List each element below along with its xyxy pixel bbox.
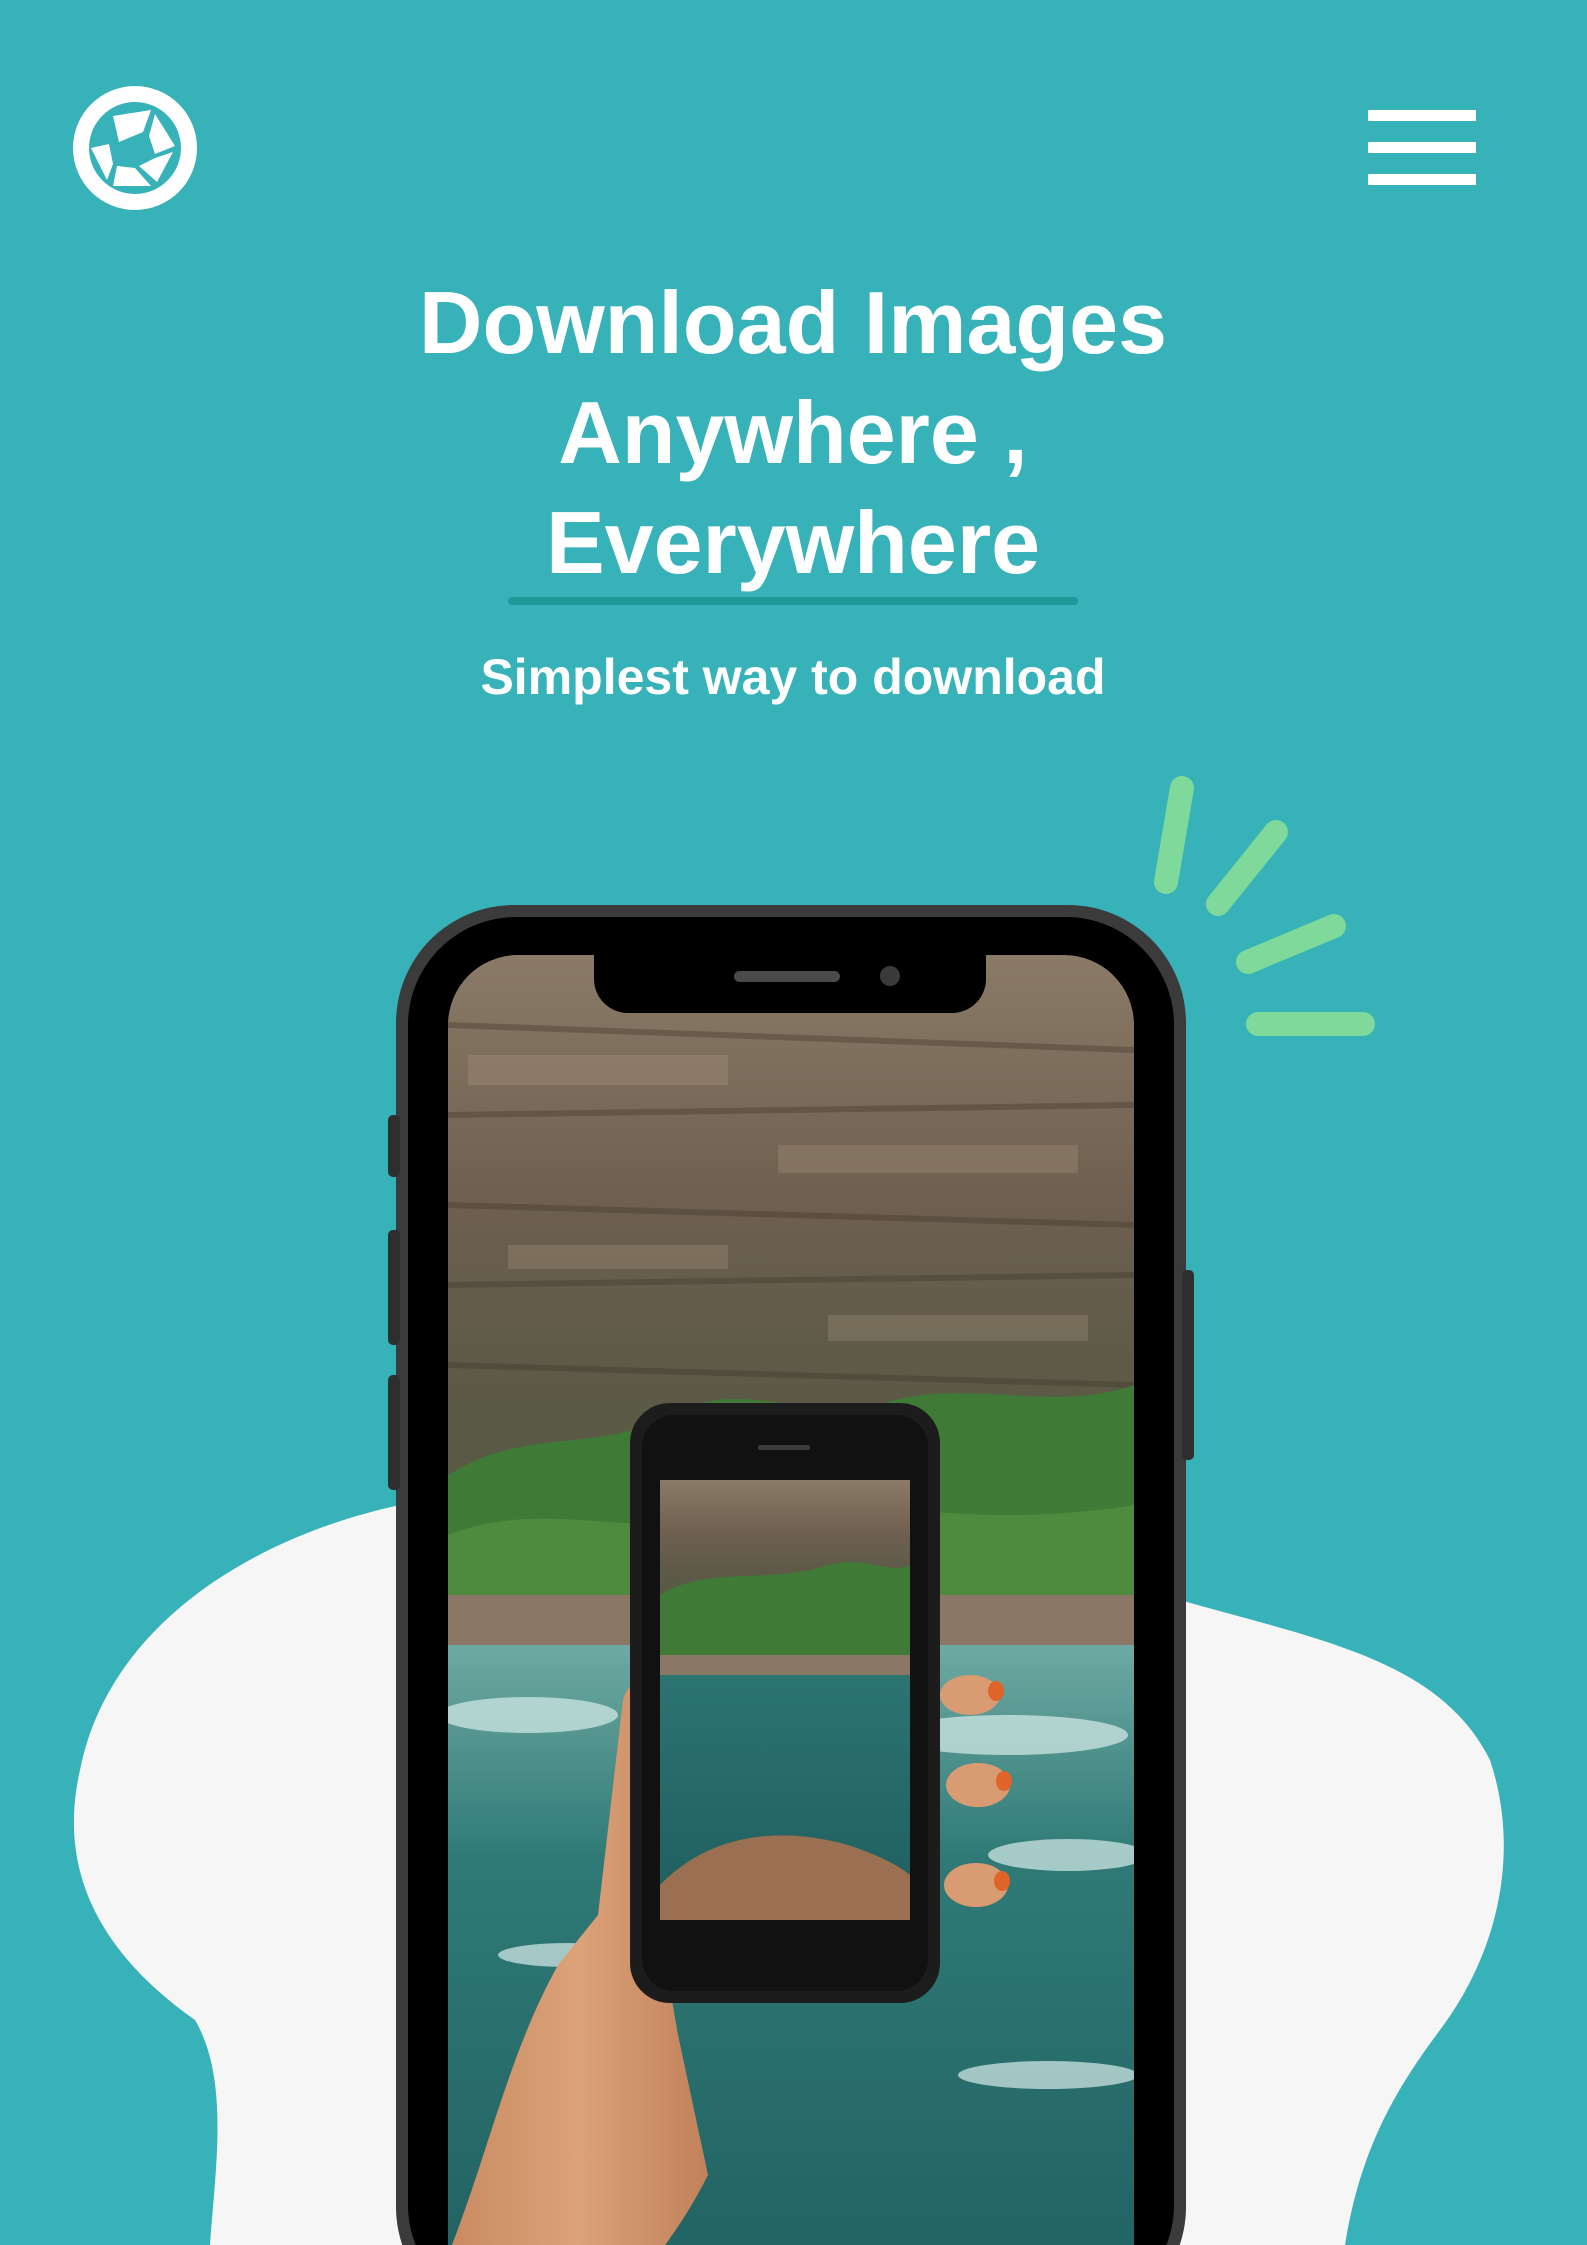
phone-mute-switch [388, 1115, 400, 1177]
hero-subtitle: Simplest way to download [480, 649, 1106, 705]
phone-volume-down-button [388, 1375, 400, 1490]
phone-speaker [734, 971, 840, 982]
phone-mockup [388, 905, 1194, 2245]
hero-title-line-1: Download Images [418, 273, 1168, 372]
hero-title: Download Images Anywhere , Everywhere [293, 268, 1293, 598]
menu-bar-middle [1368, 142, 1476, 153]
landing-page: Download Images Anywhere , Everywhere Si… [0, 0, 1587, 2245]
hero-title-line-2: Anywhere , [558, 383, 1028, 482]
shutter-logo-icon[interactable] [73, 86, 197, 210]
menu-bar-bottom [1368, 174, 1476, 185]
river-canyon-photo [448, 955, 1134, 2245]
hamburger-menu-icon[interactable] [1368, 110, 1476, 185]
menu-bar-top [1368, 110, 1476, 121]
title-underline [508, 597, 1078, 605]
phone-screen-photo [448, 955, 1134, 2245]
phone-power-button [1182, 1270, 1194, 1460]
phone-notch [594, 955, 986, 1013]
front-camera-icon [880, 966, 900, 986]
phone-volume-up-button [388, 1230, 400, 1345]
hero-title-line-3: Everywhere [545, 493, 1041, 592]
